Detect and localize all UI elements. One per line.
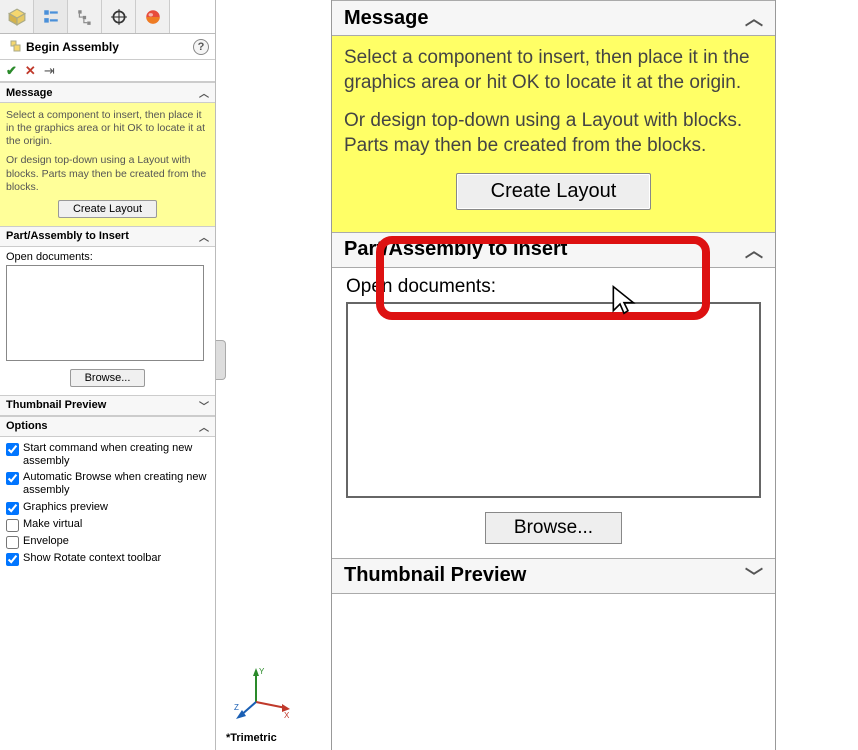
zoom-message-para2: Or design top-down using a Layout with b… (344, 109, 763, 158)
opt-auto-browse-checkbox[interactable] (6, 472, 19, 485)
zoom-thumbnail-header[interactable]: Thumbnail Preview ﹀ (332, 558, 775, 594)
chevron-up-icon: ︿ (199, 419, 209, 434)
opt-show-rotate-checkbox[interactable] (6, 553, 19, 566)
cursor-icon (610, 284, 638, 316)
confirm-row: ✔ ✕ ⇥ (0, 60, 215, 82)
zoom-insert-body: Open documents: Browse... (332, 268, 775, 558)
zoom-create-layout-button[interactable]: Create Layout (456, 173, 652, 210)
list-icon (42, 8, 60, 26)
tab-dim-expert[interactable] (102, 0, 136, 33)
svg-text:Z: Z (234, 703, 239, 712)
zoom-message-para1: Select a component to insert, then place… (344, 46, 763, 95)
section-message-header[interactable]: Message ︿ (0, 82, 215, 103)
zoom-panel: Message ︿ Select a component to insert, … (331, 0, 776, 750)
sphere-icon (144, 8, 162, 26)
svg-text:X: X (284, 711, 290, 720)
zoom-open-documents-listbox[interactable] (346, 302, 761, 498)
opt-envelope-label: Envelope (23, 535, 69, 548)
opt-start-command-label: Start command when creating new assembly (23, 442, 209, 468)
zoom-message-label: Message (344, 7, 429, 30)
cube-icon (8, 8, 26, 26)
assembly-icon (6, 39, 22, 55)
panel-title-row: Begin Assembly ? (0, 34, 215, 60)
section-insert-header[interactable]: Part/Assembly to Insert ︿ (0, 226, 215, 247)
zoom-insert-label: Part/Assembly to Insert (344, 238, 567, 261)
section-thumbnail-label: Thumbnail Preview (6, 399, 106, 411)
browse-button[interactable]: Browse... (70, 369, 146, 387)
message-body: Select a component to insert, then place… (0, 103, 215, 226)
cancel-icon[interactable]: ✕ (25, 63, 36, 79)
chevron-up-icon: ︿ (745, 5, 763, 31)
panel-tab-strip (0, 0, 215, 34)
chevron-down-icon: ﹀ (745, 563, 763, 589)
panel-resize-handle[interactable] (216, 340, 226, 380)
tree-icon (76, 8, 94, 26)
pushpin-icon[interactable]: ⇥ (44, 63, 55, 79)
target-icon (110, 8, 128, 26)
options-body: Start command when creating new assembly… (0, 437, 215, 571)
tab-feature-manager[interactable] (0, 0, 34, 33)
tab-property-manager[interactable] (34, 0, 68, 33)
opt-make-virtual-checkbox[interactable] (6, 519, 19, 532)
zoom-browse-button[interactable]: Browse... (485, 512, 622, 544)
panel-title: Begin Assembly (26, 40, 119, 54)
insert-body: Open documents: Browse... (0, 247, 215, 395)
zoom-message-header[interactable]: Message ︿ (332, 0, 775, 36)
section-message-label: Message (6, 87, 52, 99)
chevron-up-icon: ︿ (199, 85, 209, 100)
tab-display-manager[interactable] (136, 0, 170, 33)
opt-graphics-preview-label: Graphics preview (23, 501, 108, 514)
zoom-message-body: Select a component to insert, then place… (332, 36, 775, 232)
open-documents-listbox[interactable] (6, 265, 204, 361)
opt-graphics-preview-checkbox[interactable] (6, 502, 19, 515)
message-para1: Select a component to insert, then place… (6, 109, 209, 148)
message-para2: Or design top-down using a Layout with b… (6, 154, 209, 193)
opt-auto-browse-label: Automatic Browse when creating new assem… (23, 471, 209, 497)
zoom-thumbnail-label: Thumbnail Preview (344, 564, 526, 587)
zoom-open-documents-label: Open documents: (346, 276, 761, 298)
section-options-label: Options (6, 420, 48, 432)
create-layout-button[interactable]: Create Layout (58, 200, 157, 218)
ok-icon[interactable]: ✔ (6, 63, 17, 79)
opt-start-command-checkbox[interactable] (6, 443, 19, 456)
section-options-header[interactable]: Options ︿ (0, 416, 215, 437)
axis-triad-icon: Y X Z (234, 664, 294, 724)
view-orientation-label: *Trimetric (226, 732, 277, 744)
section-insert-label: Part/Assembly to Insert (6, 230, 129, 242)
opt-envelope-checkbox[interactable] (6, 536, 19, 549)
opt-show-rotate-label: Show Rotate context toolbar (23, 552, 161, 565)
property-manager-panel: Begin Assembly ? ✔ ✕ ⇥ Message ︿ Select … (0, 0, 216, 750)
opt-make-virtual-label: Make virtual (23, 518, 82, 531)
open-documents-label: Open documents: (6, 251, 209, 263)
help-icon[interactable]: ? (193, 39, 209, 55)
chevron-up-icon: ︿ (745, 237, 763, 263)
svg-text:Y: Y (259, 667, 265, 676)
tab-configuration-manager[interactable] (68, 0, 102, 33)
section-thumbnail-header[interactable]: Thumbnail Preview ﹀ (0, 395, 215, 416)
chevron-down-icon: ﹀ (199, 398, 209, 413)
chevron-up-icon: ︿ (199, 229, 209, 244)
zoom-insert-header[interactable]: Part/Assembly to Insert ︿ (332, 232, 775, 268)
